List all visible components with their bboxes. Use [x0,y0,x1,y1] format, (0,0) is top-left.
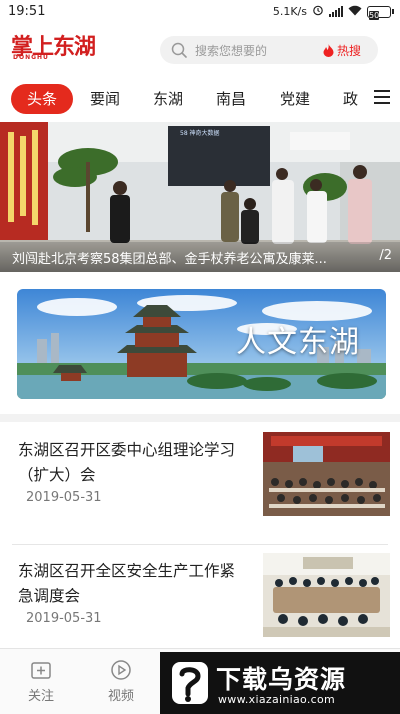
promo-brand: 下载乌资源 [216,665,347,694]
app-logo[interactable]: 掌上东湖 DONGHU [11,35,101,63]
tab-party-building[interactable]: 党建 [280,84,310,114]
banner-screen-text: 58 神奇大数据 [180,129,220,137]
search-placeholder: 搜索您想要的 [195,44,268,58]
status-indicators: 5.1K/s 50 [272,4,394,20]
hot-search-button[interactable]: 热搜 [323,42,361,59]
tab-nanchang[interactable]: 南昌 [216,84,246,114]
news-thumbnail [263,553,390,637]
tab-key-news[interactable]: 要闻 [90,84,120,114]
news-date: 2019-05-31 [26,490,102,505]
search-bar[interactable]: 搜索您想要的 热搜 [160,36,378,64]
tab-headlines[interactable]: 头条 [11,84,73,114]
nav-follow[interactable]: 关注 [16,659,66,704]
menu-icon[interactable] [374,90,390,106]
news-item[interactable]: 东湖区召开区委中心组理论学习（扩大）会 2019-05-31 [0,426,400,538]
network-speed: 5.1K/s [272,5,307,18]
tab-politics[interactable]: 政 [343,84,358,114]
section-separator [0,414,400,422]
battery-level: 50 [369,10,380,20]
news-title: 东湖区召开区委中心组理论学习（扩大）会 [18,441,236,484]
battery-icon: 50 [367,5,394,20]
culture-donghu-card[interactable]: 人文东湖 [17,289,386,399]
category-tabs: 头条 要闻 东湖 南昌 党建 政 [0,78,400,118]
promo-watermark: 下载乌资源 www.xiazainiao.com [160,652,400,714]
tab-donghu[interactable]: 东湖 [153,84,183,114]
promo-url: www.xiazainiao.com [218,693,336,706]
nav-follow-label: 关注 [27,689,54,704]
hot-search-label: 热搜 [337,44,362,58]
signal-icon [329,6,343,17]
list-divider [12,544,388,545]
nav-video-label: 视频 [107,689,134,704]
culture-card-title: 人文东湖 [236,325,360,360]
banner-title: 刘闯赴北京考察58集团总部、金手杖养老公寓及康莱... [12,252,327,267]
wifi-icon [348,5,362,19]
flame-icon [323,44,334,57]
search-icon [171,42,187,58]
app-header: 掌上东湖 DONGHU 搜索您想要的 热搜 [0,24,400,74]
status-time: 19:51 [8,4,46,19]
news-thumbnail [263,432,390,516]
plus-square-icon [30,659,52,681]
status-bar: 19:51 5.1K/s 50 [0,0,400,24]
alarm-icon [312,4,324,19]
bird-logo-icon [170,660,210,706]
banner-pager: /2 [379,248,392,263]
news-item[interactable]: 东湖区召开全区安全生产工作紧急调度会 2019-05-31 [0,547,400,659]
nav-video[interactable]: 视频 [96,659,146,704]
headline-banner[interactable]: 58 神奇大数据 刘闯赴北京考察58集团总部、金手杖养老公寓及康莱... /2 [0,122,400,272]
news-title: 东湖区召开全区安全生产工作紧急调度会 [18,562,236,605]
logo-subtext: DONGHU [13,54,49,61]
play-circle-icon [110,659,132,681]
banner-caption: 刘闯赴北京考察58集团总部、金手杖养老公寓及康莱... /2 [0,242,400,272]
news-date: 2019-05-31 [26,611,102,626]
